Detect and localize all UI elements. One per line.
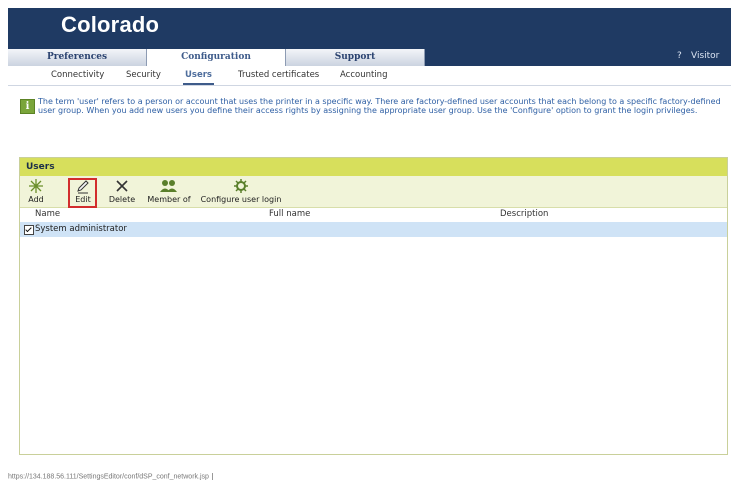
configure-user-login-label: Configure user login (200, 195, 282, 204)
member-of-label: Member of (147, 195, 191, 204)
group-members-icon (160, 180, 177, 192)
user-link[interactable]: Visitor (691, 51, 719, 61)
info-message: The term 'user' refers to a person or ac… (38, 97, 721, 115)
users-toolbar: Add Edit Delete Member of Configure user… (20, 176, 727, 208)
subnav-accounting[interactable]: Accounting (340, 70, 387, 80)
main-tabs: Preferences Configuration Support ? Visi… (8, 47, 731, 66)
configure-user-login-button[interactable]: Configure user login (195, 178, 287, 204)
configure-login-icon (234, 179, 248, 193)
tab-configuration[interactable]: Configuration (147, 49, 286, 66)
browser-status-bar: https://134.188.56.111/SettingsEditor/co… (8, 473, 213, 483)
subnav-security[interactable]: Security (126, 70, 161, 80)
table-row[interactable]: System administrator (20, 222, 727, 237)
add-user-icon (29, 179, 43, 193)
member-of-button[interactable]: Member of (145, 178, 193, 204)
status-divider (211, 473, 213, 480)
delete-label: Delete (108, 195, 136, 204)
tab-support[interactable]: Support (286, 49, 425, 66)
add-label: Add (28, 195, 44, 204)
delete-x-icon (116, 180, 128, 192)
users-panel: Users Add Edit Delete Member of Configur… (19, 157, 728, 455)
add-button[interactable]: Add (25, 178, 47, 204)
tab-preferences[interactable]: Preferences (8, 49, 147, 66)
subnav-users[interactable]: Users (183, 70, 214, 85)
column-full-name[interactable]: Full name (269, 209, 310, 219)
subnav-trusted-certificates[interactable]: Trusted certificates (238, 70, 319, 80)
column-name[interactable]: Name (35, 209, 60, 219)
users-panel-title: Users (20, 158, 727, 176)
sub-navigation: Connectivity Security Users Trusted cert… (8, 66, 731, 86)
row-checkbox[interactable] (24, 225, 34, 235)
edit-pencil-icon (77, 180, 89, 194)
app-frame: Colorado Preferences Configuration Suppo… (8, 8, 731, 483)
subnav-connectivity[interactable]: Connectivity (51, 70, 104, 80)
help-link[interactable]: ? (677, 51, 682, 61)
app-title: Colorado (61, 12, 160, 37)
delete-button[interactable]: Delete (107, 178, 137, 204)
edit-label: Edit (75, 195, 91, 204)
edit-button[interactable]: Edit (73, 178, 93, 204)
info-icon: i (20, 99, 35, 114)
table-header: Name Full name Description (20, 208, 727, 221)
status-url: https://134.188.56.111/SettingsEditor/co… (8, 473, 209, 481)
app-header: Colorado (8, 8, 731, 47)
row-name-cell: System administrator (35, 224, 127, 234)
column-description[interactable]: Description (500, 209, 548, 219)
